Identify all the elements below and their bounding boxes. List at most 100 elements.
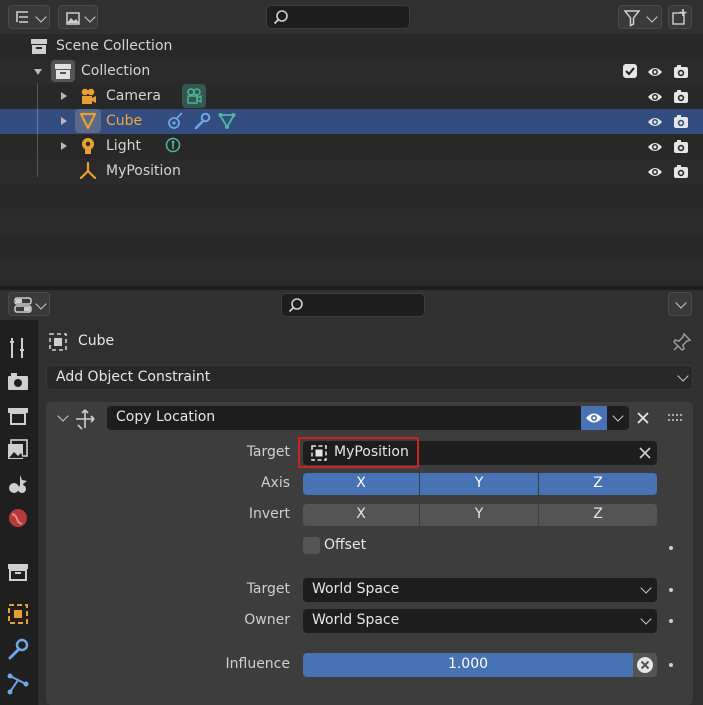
eye-icon[interactable] bbox=[647, 64, 663, 80]
search-icon bbox=[288, 298, 303, 313]
chevron-down-icon bbox=[646, 11, 658, 23]
offset-checkbox[interactable] bbox=[303, 537, 320, 554]
wrench-modifier-icon[interactable] bbox=[193, 112, 211, 130]
owner-space-dropdown[interactable]: World Space bbox=[303, 609, 657, 633]
filter-view-dropdown[interactable] bbox=[58, 5, 98, 29]
outliner-item-myposition[interactable]: MyPosition bbox=[0, 159, 703, 184]
eye-icon bbox=[586, 413, 602, 423]
eye-icon[interactable] bbox=[647, 164, 663, 180]
axis-label: Axis bbox=[260, 475, 290, 491]
keyframe-dot[interactable] bbox=[669, 663, 673, 667]
exclude-checkbox[interactable] bbox=[623, 64, 637, 78]
object-tab-icon[interactable] bbox=[6, 602, 30, 626]
influence-slider[interactable]: 1.000 bbox=[303, 653, 633, 677]
light-data-icon[interactable] bbox=[164, 137, 182, 155]
keyframe-dot[interactable] bbox=[669, 588, 673, 592]
expand-triangle-icon[interactable] bbox=[61, 117, 67, 125]
expand-triangle-icon[interactable] bbox=[61, 92, 67, 100]
modifier-tab-icon[interactable] bbox=[6, 638, 30, 662]
outliner-item-label: Camera bbox=[106, 88, 161, 104]
constraint-enable-toggle[interactable] bbox=[581, 406, 607, 430]
invert-x-toggle[interactable]: X bbox=[303, 504, 419, 526]
tree-line bbox=[37, 159, 38, 177]
properties-editor-icon bbox=[14, 297, 32, 313]
filter-dropdown[interactable] bbox=[618, 5, 662, 29]
collection-row[interactable]: Collection bbox=[0, 59, 703, 84]
scene-collection-row[interactable]: Scene Collection bbox=[0, 34, 703, 59]
camera-render-icon[interactable] bbox=[673, 114, 689, 130]
outliner-item-light[interactable]: Light bbox=[0, 134, 703, 159]
collection-tab-icon[interactable] bbox=[6, 560, 30, 584]
mesh-data-icon[interactable] bbox=[218, 112, 236, 130]
camera-render-icon[interactable] bbox=[673, 89, 689, 105]
view-layer-tab-icon[interactable] bbox=[6, 438, 30, 462]
x-circle-icon bbox=[637, 657, 653, 673]
outliner-item-cube[interactable]: Cube bbox=[0, 109, 703, 134]
tool-tab-icon[interactable] bbox=[6, 336, 30, 360]
influence-value: 1.000 bbox=[447, 656, 489, 672]
scene-collection-label: Scene Collection bbox=[56, 38, 173, 54]
axis-y-label: Y bbox=[474, 475, 484, 491]
eye-icon[interactable] bbox=[647, 139, 663, 155]
options-dropdown[interactable] bbox=[668, 292, 692, 316]
add-object-constraint-dropdown[interactable]: Add Object Constraint bbox=[46, 365, 693, 390]
invert-y-toggle[interactable]: Y bbox=[420, 504, 538, 526]
camera-data-button[interactable] bbox=[182, 84, 206, 108]
axis-z-label: Z bbox=[593, 475, 603, 491]
render-tab-icon[interactable] bbox=[6, 370, 30, 394]
outliner-empty-row bbox=[0, 184, 703, 209]
owner-space-label: Owner bbox=[244, 612, 290, 628]
outliner-item-camera[interactable]: Camera bbox=[0, 83, 703, 110]
clear-icon[interactable] bbox=[639, 447, 651, 459]
outliner-display-icon bbox=[16, 11, 28, 23]
close-icon[interactable] bbox=[636, 411, 650, 425]
drag-handle-icon[interactable] bbox=[668, 413, 684, 423]
scene-collection-icon bbox=[31, 39, 47, 54]
camera-render-icon[interactable] bbox=[673, 164, 689, 180]
constraint-menu-dropdown[interactable] bbox=[607, 406, 629, 430]
axis-x-label: X bbox=[356, 475, 366, 491]
particles-tab-icon[interactable] bbox=[6, 672, 30, 696]
invert-z-toggle[interactable]: Z bbox=[539, 504, 657, 526]
display-mode-dropdown[interactable] bbox=[8, 5, 50, 29]
search-input[interactable] bbox=[266, 5, 410, 29]
invert-z-label: Z bbox=[593, 506, 603, 522]
eye-icon[interactable] bbox=[647, 114, 663, 130]
target-space-dropdown[interactable]: World Space bbox=[303, 578, 657, 602]
axis-y-toggle[interactable]: Y bbox=[420, 473, 538, 495]
properties-editor: Cube Add Object Constraint Copy Location bbox=[0, 290, 703, 705]
target-label: Target bbox=[246, 444, 290, 460]
pin-icon[interactable] bbox=[672, 332, 692, 352]
keyframe-dot[interactable] bbox=[669, 619, 673, 623]
outliner-empty-row bbox=[0, 209, 703, 234]
outliner-editor: Scene Collection Collection Camera Cube … bbox=[0, 0, 703, 286]
chevron-down-icon bbox=[677, 370, 689, 382]
world-tab-icon[interactable] bbox=[6, 506, 30, 530]
camera-render-icon[interactable] bbox=[673, 139, 689, 155]
collection-icon-box bbox=[51, 60, 75, 82]
output-tab-icon[interactable] bbox=[6, 404, 30, 428]
search-icon bbox=[273, 10, 288, 25]
offset-label: Offset bbox=[324, 537, 367, 553]
collection-label: Collection bbox=[81, 63, 151, 79]
properties-search-input[interactable] bbox=[281, 293, 425, 317]
influence-label: Influence bbox=[225, 656, 291, 672]
camera-render-icon[interactable] bbox=[673, 64, 689, 80]
editor-type-dropdown[interactable] bbox=[8, 292, 50, 316]
axis-x-toggle[interactable]: X bbox=[303, 473, 419, 495]
collapse-chevron-icon[interactable] bbox=[57, 410, 69, 422]
expand-triangle-icon[interactable] bbox=[61, 142, 67, 150]
new-collection-button[interactable] bbox=[668, 5, 692, 29]
constraint-name-field[interactable]: Copy Location bbox=[107, 406, 581, 430]
keyframe-dot[interactable] bbox=[669, 546, 673, 550]
scene-tab-icon[interactable] bbox=[6, 472, 30, 496]
eye-icon[interactable] bbox=[647, 89, 663, 105]
disable-keep-transform-button[interactable] bbox=[633, 653, 657, 677]
highlight-annotation bbox=[298, 437, 419, 468]
chevron-down-icon bbox=[35, 298, 47, 310]
image-icon bbox=[66, 12, 80, 25]
constraint-icon[interactable] bbox=[167, 112, 185, 130]
axis-z-toggle[interactable]: Z bbox=[539, 473, 657, 495]
collapse-triangle-icon[interactable] bbox=[34, 69, 42, 75]
cube-object-icon-box bbox=[75, 109, 101, 133]
